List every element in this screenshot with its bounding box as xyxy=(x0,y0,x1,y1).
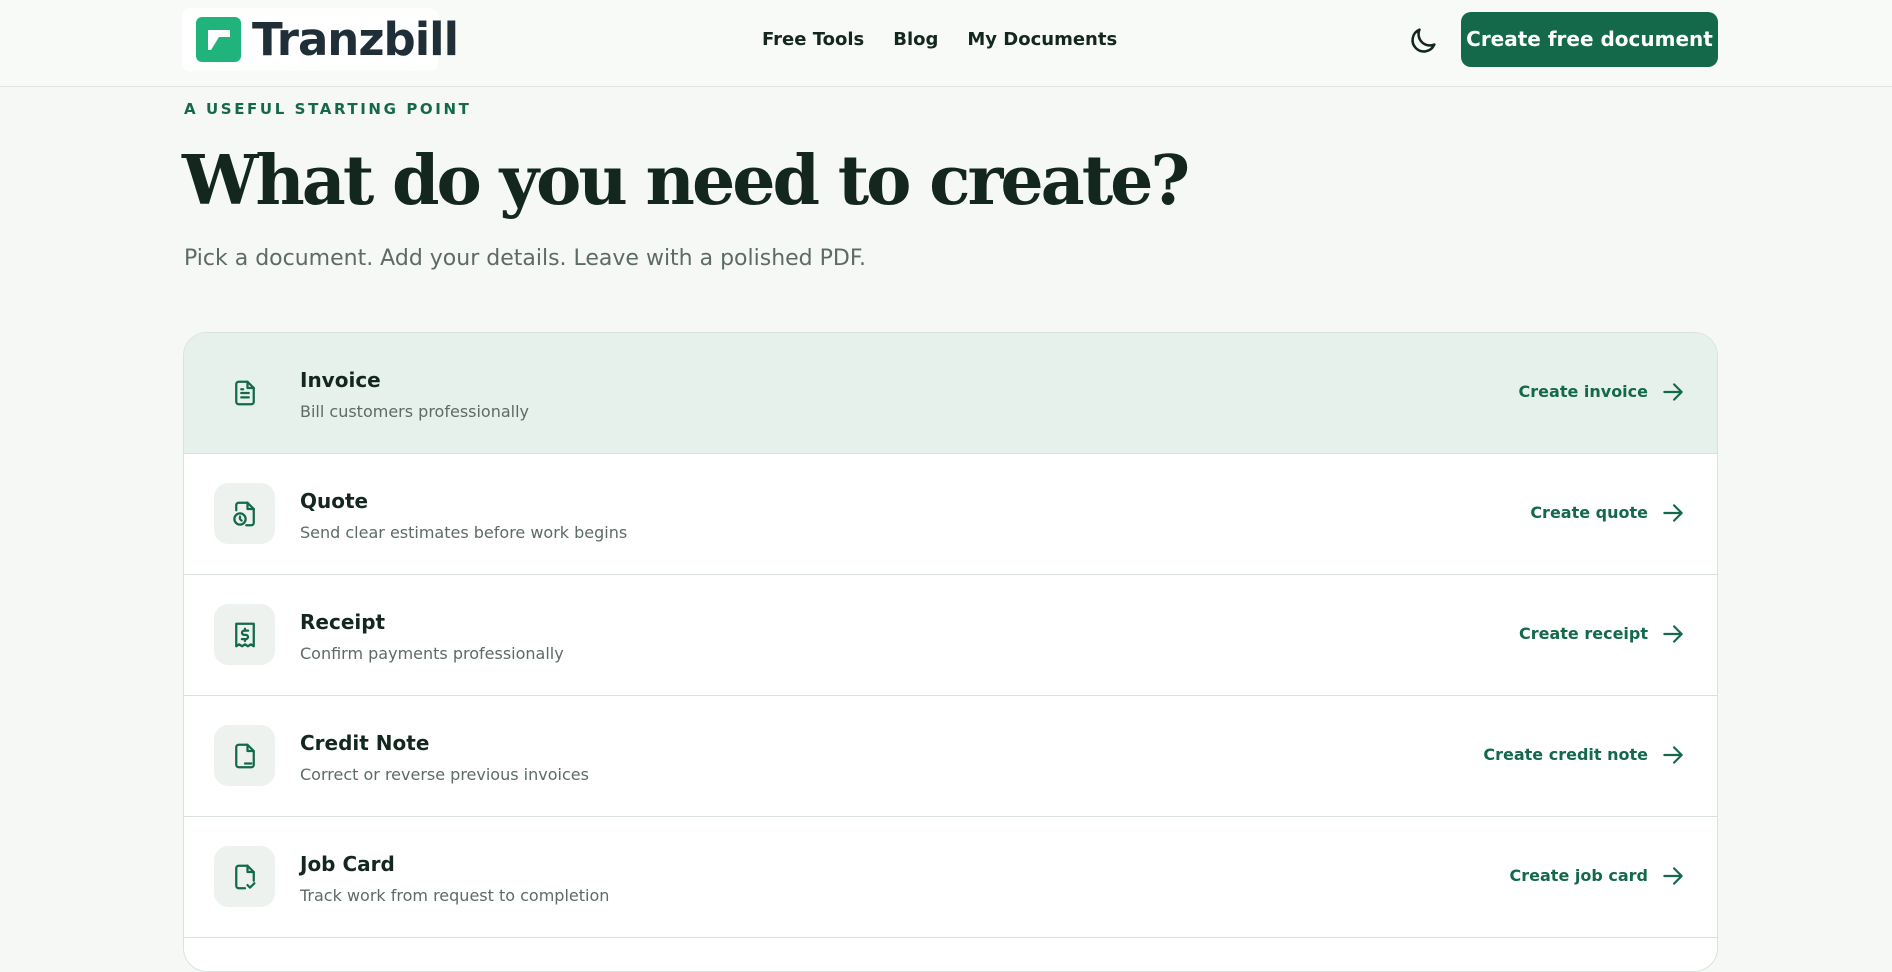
create-invoice-link[interactable]: Create invoice xyxy=(1519,379,1686,405)
nav-my-documents[interactable]: My Documents xyxy=(967,28,1117,52)
nav-free-tools[interactable]: Free Tools xyxy=(762,28,864,52)
document-type-list: Invoice Bill customers professionally Cr… xyxy=(183,332,1718,972)
logo-link[interactable]: Tranzbill xyxy=(182,8,459,71)
create-free-document-button[interactable]: Create free document xyxy=(1461,12,1718,67)
site-header: Tranzbill Free Tools Blog My Documents C… xyxy=(0,0,1892,87)
document-title: Receipt xyxy=(300,610,386,634)
arrow-right-icon xyxy=(1663,625,1683,643)
document-text-icon xyxy=(214,362,275,423)
document-row-quote[interactable]: Quote Send clear estimates before work b… xyxy=(184,454,1717,575)
document-row-invoice[interactable]: Invoice Bill customers professionally Cr… xyxy=(184,333,1717,454)
nav-blog[interactable]: Blog xyxy=(893,28,938,52)
document-title: Job Card xyxy=(300,852,395,876)
theme-toggle-button[interactable] xyxy=(1406,24,1440,58)
arrow-right-icon xyxy=(1663,867,1683,885)
document-description: Send clear estimates before work begins xyxy=(300,523,628,542)
arrow-right-icon xyxy=(1663,746,1683,764)
document-title: Invoice xyxy=(300,368,381,392)
document-row-receipt[interactable]: Receipt Confirm payments professionally … xyxy=(184,575,1717,696)
action-label: Create job card xyxy=(1509,866,1648,885)
logo-icon xyxy=(196,17,241,62)
eyebrow-label: A USEFUL STARTING POINT xyxy=(184,100,472,118)
create-job-card-link[interactable]: Create job card xyxy=(1510,863,1686,889)
document-description: Correct or reverse previous invoices xyxy=(300,765,589,784)
action-label: Create invoice xyxy=(1518,382,1648,401)
create-quote-link[interactable]: Create quote xyxy=(1530,500,1686,526)
arrow-right-icon xyxy=(1663,504,1683,522)
arrow-right-icon xyxy=(1663,383,1683,401)
action-label: Create credit note xyxy=(1483,745,1648,764)
create-credit-note-link[interactable]: Create credit note xyxy=(1483,742,1686,768)
document-clock-icon xyxy=(214,483,275,544)
document-check-icon xyxy=(214,846,275,907)
action-label: Create receipt xyxy=(1518,624,1648,643)
document-description: Confirm payments professionally xyxy=(300,644,564,663)
create-receipt-link[interactable]: Create receipt xyxy=(1519,621,1686,647)
document-row-credit-note[interactable]: Credit Note Correct or reverse previous … xyxy=(184,696,1717,817)
action-label: Create quote xyxy=(1530,503,1648,522)
main-nav: Free Tools Blog My Documents xyxy=(762,28,1117,52)
moon-icon xyxy=(1411,28,1436,53)
document-description: Bill customers professionally xyxy=(300,402,530,421)
page-title: What do you need to create? xyxy=(182,141,1190,221)
document-description: Track work from request to completion xyxy=(300,886,610,905)
document-title: Credit Note xyxy=(300,731,430,755)
receipt-dollar-icon xyxy=(214,604,275,665)
document-title: Quote xyxy=(300,489,369,513)
brand-name: Tranzbill xyxy=(252,13,459,66)
document-minus-icon xyxy=(214,725,275,786)
page-subtitle: Pick a document. Add your details. Leave… xyxy=(184,246,866,271)
document-row-job-card[interactable]: Job Card Track work from request to comp… xyxy=(184,817,1717,938)
